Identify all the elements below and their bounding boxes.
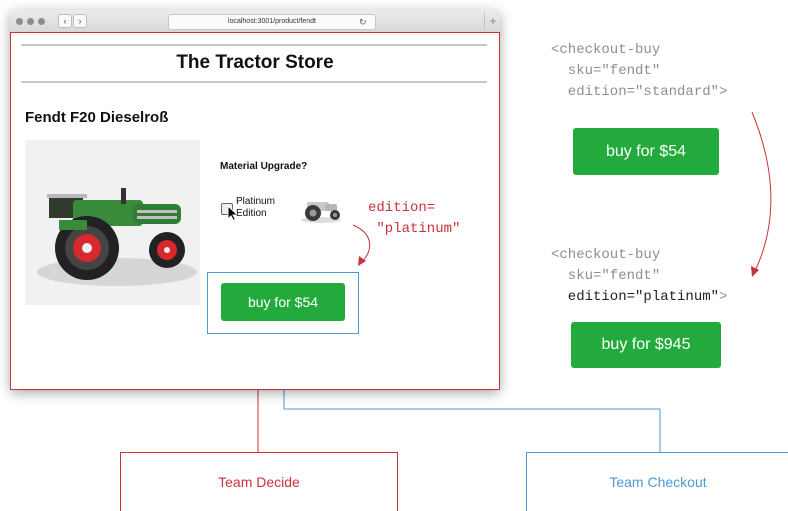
edition-to-button-arrow xyxy=(352,224,371,263)
arrowhead-icon xyxy=(358,256,366,266)
team-decide-label: Team Decide xyxy=(218,474,300,490)
team-checkout-label: Team Checkout xyxy=(609,474,707,490)
arrowhead-icon xyxy=(751,266,759,277)
team-decide-box: Team Decide xyxy=(120,452,398,511)
annotation-arrows xyxy=(352,111,772,277)
standard-to-platinum-arrow xyxy=(751,111,772,272)
team-checkout-box: Team Checkout xyxy=(526,452,788,511)
